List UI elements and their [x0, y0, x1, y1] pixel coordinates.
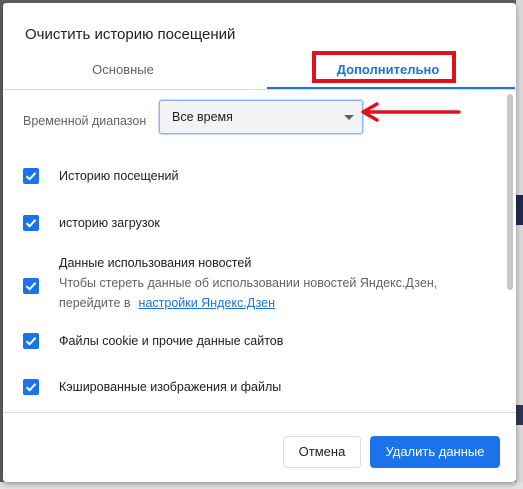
delete-data-button[interactable]: Удалить данные	[370, 436, 500, 468]
option-cookies[interactable]: Файлы cookie и прочие данные сайтов	[23, 333, 503, 353]
background-window-fragment	[516, 405, 523, 425]
background-window-fragment	[516, 195, 523, 225]
option-label: Файлы cookie и прочие данные сайтов	[59, 334, 284, 348]
tab-basic[interactable]: Основные	[43, 53, 203, 89]
option-label: Историю посещений	[59, 169, 179, 183]
zen-settings-link[interactable]: настройки Яндекс.Дзен	[139, 296, 275, 310]
caret-down-icon	[344, 115, 354, 120]
checkbox-checked-icon[interactable]	[23, 333, 39, 349]
option-label: Кэшированные изображения и файлы	[59, 380, 282, 394]
dialog-title: Очистить историю посещений	[25, 26, 236, 43]
time-range-value: Все время	[172, 110, 233, 124]
option-browsing-history[interactable]: Историю посещений	[23, 168, 503, 188]
tab-advanced[interactable]: Дополнительно	[267, 53, 509, 89]
options-scroll-area[interactable]: Временной диапазон Все время Историю пос…	[3, 90, 516, 412]
option-cached-files[interactable]: Кэшированные изображения и файлы	[23, 379, 503, 399]
option-label: Данные использования новостей	[59, 256, 252, 270]
checkbox-checked-icon[interactable]	[23, 215, 39, 231]
option-news-data[interactable]: Данные использования новостей Чтобы стер…	[23, 256, 503, 312]
background-window-edge	[0, 482, 523, 489]
time-range-select[interactable]: Все время	[159, 100, 363, 134]
time-range-label: Временной диапазон	[23, 114, 147, 128]
option-description: Чтобы стереть данные об использовании но…	[59, 276, 438, 290]
clear-history-dialog: Очистить историю посещений Основные Допо…	[3, 3, 516, 482]
annotation-arrow-icon	[361, 102, 461, 122]
scrollbar-thumb[interactable]	[507, 94, 513, 290]
checkbox-checked-icon[interactable]	[23, 168, 39, 184]
cancel-button[interactable]: Отмена	[283, 436, 361, 468]
option-download-history[interactable]: историю загрузок	[23, 215, 503, 235]
checkbox-checked-icon[interactable]	[23, 278, 39, 294]
option-description: перейдите в настройки Яндекс.Дзен	[59, 296, 276, 310]
tab-bar: Основные Дополнительно	[3, 53, 516, 91]
footer-divider	[3, 412, 516, 413]
option-label: историю загрузок	[59, 216, 160, 230]
checkbox-checked-icon[interactable]	[23, 379, 39, 395]
